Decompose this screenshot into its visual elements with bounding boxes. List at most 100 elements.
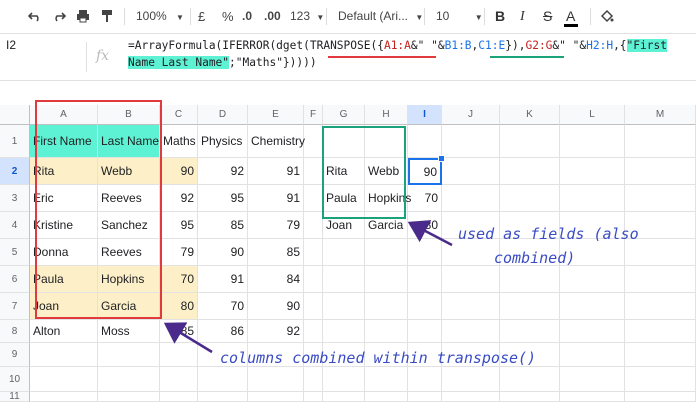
cell-b10[interactable] — [98, 367, 160, 392]
cell-f5[interactable] — [304, 239, 323, 266]
cell-e2[interactable]: 91 — [248, 158, 304, 185]
cell-c2[interactable]: 90 — [160, 158, 198, 185]
selected-cell-i2[interactable]: 90 — [408, 158, 442, 185]
cell-j1[interactable] — [442, 125, 500, 158]
cell-m2[interactable] — [625, 158, 696, 185]
cell-b7[interactable]: Garcia — [98, 293, 160, 320]
zoom-select[interactable]: 100% ▼ — [136, 0, 184, 33]
cell-j11[interactable] — [442, 392, 500, 402]
cell-d1[interactable]: Physics — [198, 125, 248, 158]
strikethrough-button[interactable]: S — [543, 0, 552, 33]
cell-m8[interactable] — [625, 320, 696, 343]
cell-l6[interactable] — [560, 266, 625, 293]
cell-h8[interactable] — [365, 320, 408, 343]
cell-l10[interactable] — [560, 367, 625, 392]
cell-a7[interactable]: Joan — [30, 293, 98, 320]
cell-j8[interactable] — [442, 320, 500, 343]
cell-a9[interactable] — [30, 343, 98, 367]
cell-c10[interactable] — [160, 367, 198, 392]
cell-h3[interactable]: Hopkins — [365, 185, 411, 212]
cell-c3[interactable]: 92 — [160, 185, 198, 212]
cell-m7[interactable] — [625, 293, 696, 320]
row-header-2[interactable]: 2 — [0, 158, 30, 185]
cell-g4[interactable]: Joan — [323, 212, 365, 239]
column-header-l[interactable]: L — [560, 105, 625, 125]
cell-b4[interactable]: Sanchez — [98, 212, 160, 239]
cell-c5[interactable]: 79 — [160, 239, 198, 266]
text-color-button[interactable]: A — [564, 0, 578, 33]
cell-h6[interactable] — [365, 266, 408, 293]
cell-f10[interactable] — [304, 367, 323, 392]
cell-f1[interactable] — [304, 125, 323, 158]
cell-b6[interactable]: Hopkins — [98, 266, 160, 293]
cell-h11[interactable] — [365, 392, 408, 402]
cell-a10[interactable] — [30, 367, 98, 392]
font-select[interactable]: Default (Ari... ▼ — [338, 0, 423, 33]
cell-g8[interactable] — [323, 320, 365, 343]
cell-i10[interactable] — [408, 367, 442, 392]
row-header-3[interactable]: 3 — [0, 185, 30, 212]
formula-input[interactable]: =ArrayFormula(IFERROR(dget(TRANSPOSE({A1… — [128, 37, 688, 71]
cell-l7[interactable] — [560, 293, 625, 320]
currency-button[interactable]: £ — [198, 0, 205, 33]
decrease-decimal-button[interactable]: .0 — [242, 0, 252, 33]
cell-i1[interactable] — [408, 125, 442, 158]
cell-j10[interactable] — [442, 367, 500, 392]
cell-h1[interactable] — [365, 125, 408, 158]
cell-m3[interactable] — [625, 185, 696, 212]
cell-j6[interactable] — [442, 266, 500, 293]
cell-l11[interactable] — [560, 392, 625, 402]
row-header-8[interactable]: 8 — [0, 320, 30, 343]
cell-c1[interactable]: Maths — [160, 125, 198, 158]
percent-button[interactable]: % — [222, 0, 234, 33]
cell-m6[interactable] — [625, 266, 696, 293]
name-box[interactable]: I2 — [6, 38, 16, 52]
cell-b3[interactable]: Reeves — [98, 185, 160, 212]
cell-k3[interactable] — [500, 185, 560, 212]
cell-c7[interactable]: 80 — [160, 293, 198, 320]
select-all-corner[interactable] — [0, 105, 30, 125]
increase-decimal-button[interactable]: .00 — [264, 0, 281, 33]
cell-d10[interactable] — [198, 367, 248, 392]
cell-g1[interactable] — [323, 125, 365, 158]
cell-k6[interactable] — [500, 266, 560, 293]
cell-f6[interactable] — [304, 266, 323, 293]
cell-j3[interactable] — [442, 185, 500, 212]
bold-button[interactable]: B — [495, 0, 505, 33]
cell-a4[interactable]: Kristine — [30, 212, 98, 239]
cell-i7[interactable] — [408, 293, 442, 320]
cell-k8[interactable] — [500, 320, 560, 343]
cell-e3[interactable]: 91 — [248, 185, 304, 212]
column-header-d[interactable]: D — [198, 105, 248, 125]
cell-h10[interactable] — [365, 367, 408, 392]
number-format-select[interactable]: 123 ▼ — [290, 0, 324, 33]
row-header-4[interactable]: 4 — [0, 212, 30, 239]
cell-l8[interactable] — [560, 320, 625, 343]
cell-b8[interactable]: Moss — [98, 320, 160, 343]
column-header-f[interactable]: F — [304, 105, 323, 125]
cell-g3[interactable]: Paula — [323, 185, 365, 212]
cell-i11[interactable] — [408, 392, 442, 402]
row-header-11[interactable]: 11 — [0, 392, 30, 402]
cell-f11[interactable] — [304, 392, 323, 402]
cell-e10[interactable] — [248, 367, 304, 392]
cell-e7[interactable]: 90 — [248, 293, 304, 320]
cell-h5[interactable] — [365, 239, 408, 266]
cell-e1[interactable]: Chemistry — [248, 125, 305, 158]
cell-h7[interactable] — [365, 293, 408, 320]
cell-f4[interactable] — [304, 212, 323, 239]
cell-i3[interactable]: 70 — [408, 185, 442, 212]
cell-d7[interactable]: 70 — [198, 293, 248, 320]
cell-e11[interactable] — [248, 392, 304, 402]
cell-i6[interactable] — [408, 266, 442, 293]
cell-d4[interactable]: 85 — [198, 212, 248, 239]
cell-g6[interactable] — [323, 266, 365, 293]
cell-d11[interactable] — [198, 392, 248, 402]
cell-g10[interactable] — [323, 367, 365, 392]
cell-d8[interactable]: 86 — [198, 320, 248, 343]
column-header-i[interactable]: I — [408, 105, 442, 125]
cell-b5[interactable]: Reeves — [98, 239, 160, 266]
cell-d5[interactable]: 90 — [198, 239, 248, 266]
cell-l1[interactable] — [560, 125, 625, 158]
cell-l9[interactable] — [560, 343, 625, 367]
